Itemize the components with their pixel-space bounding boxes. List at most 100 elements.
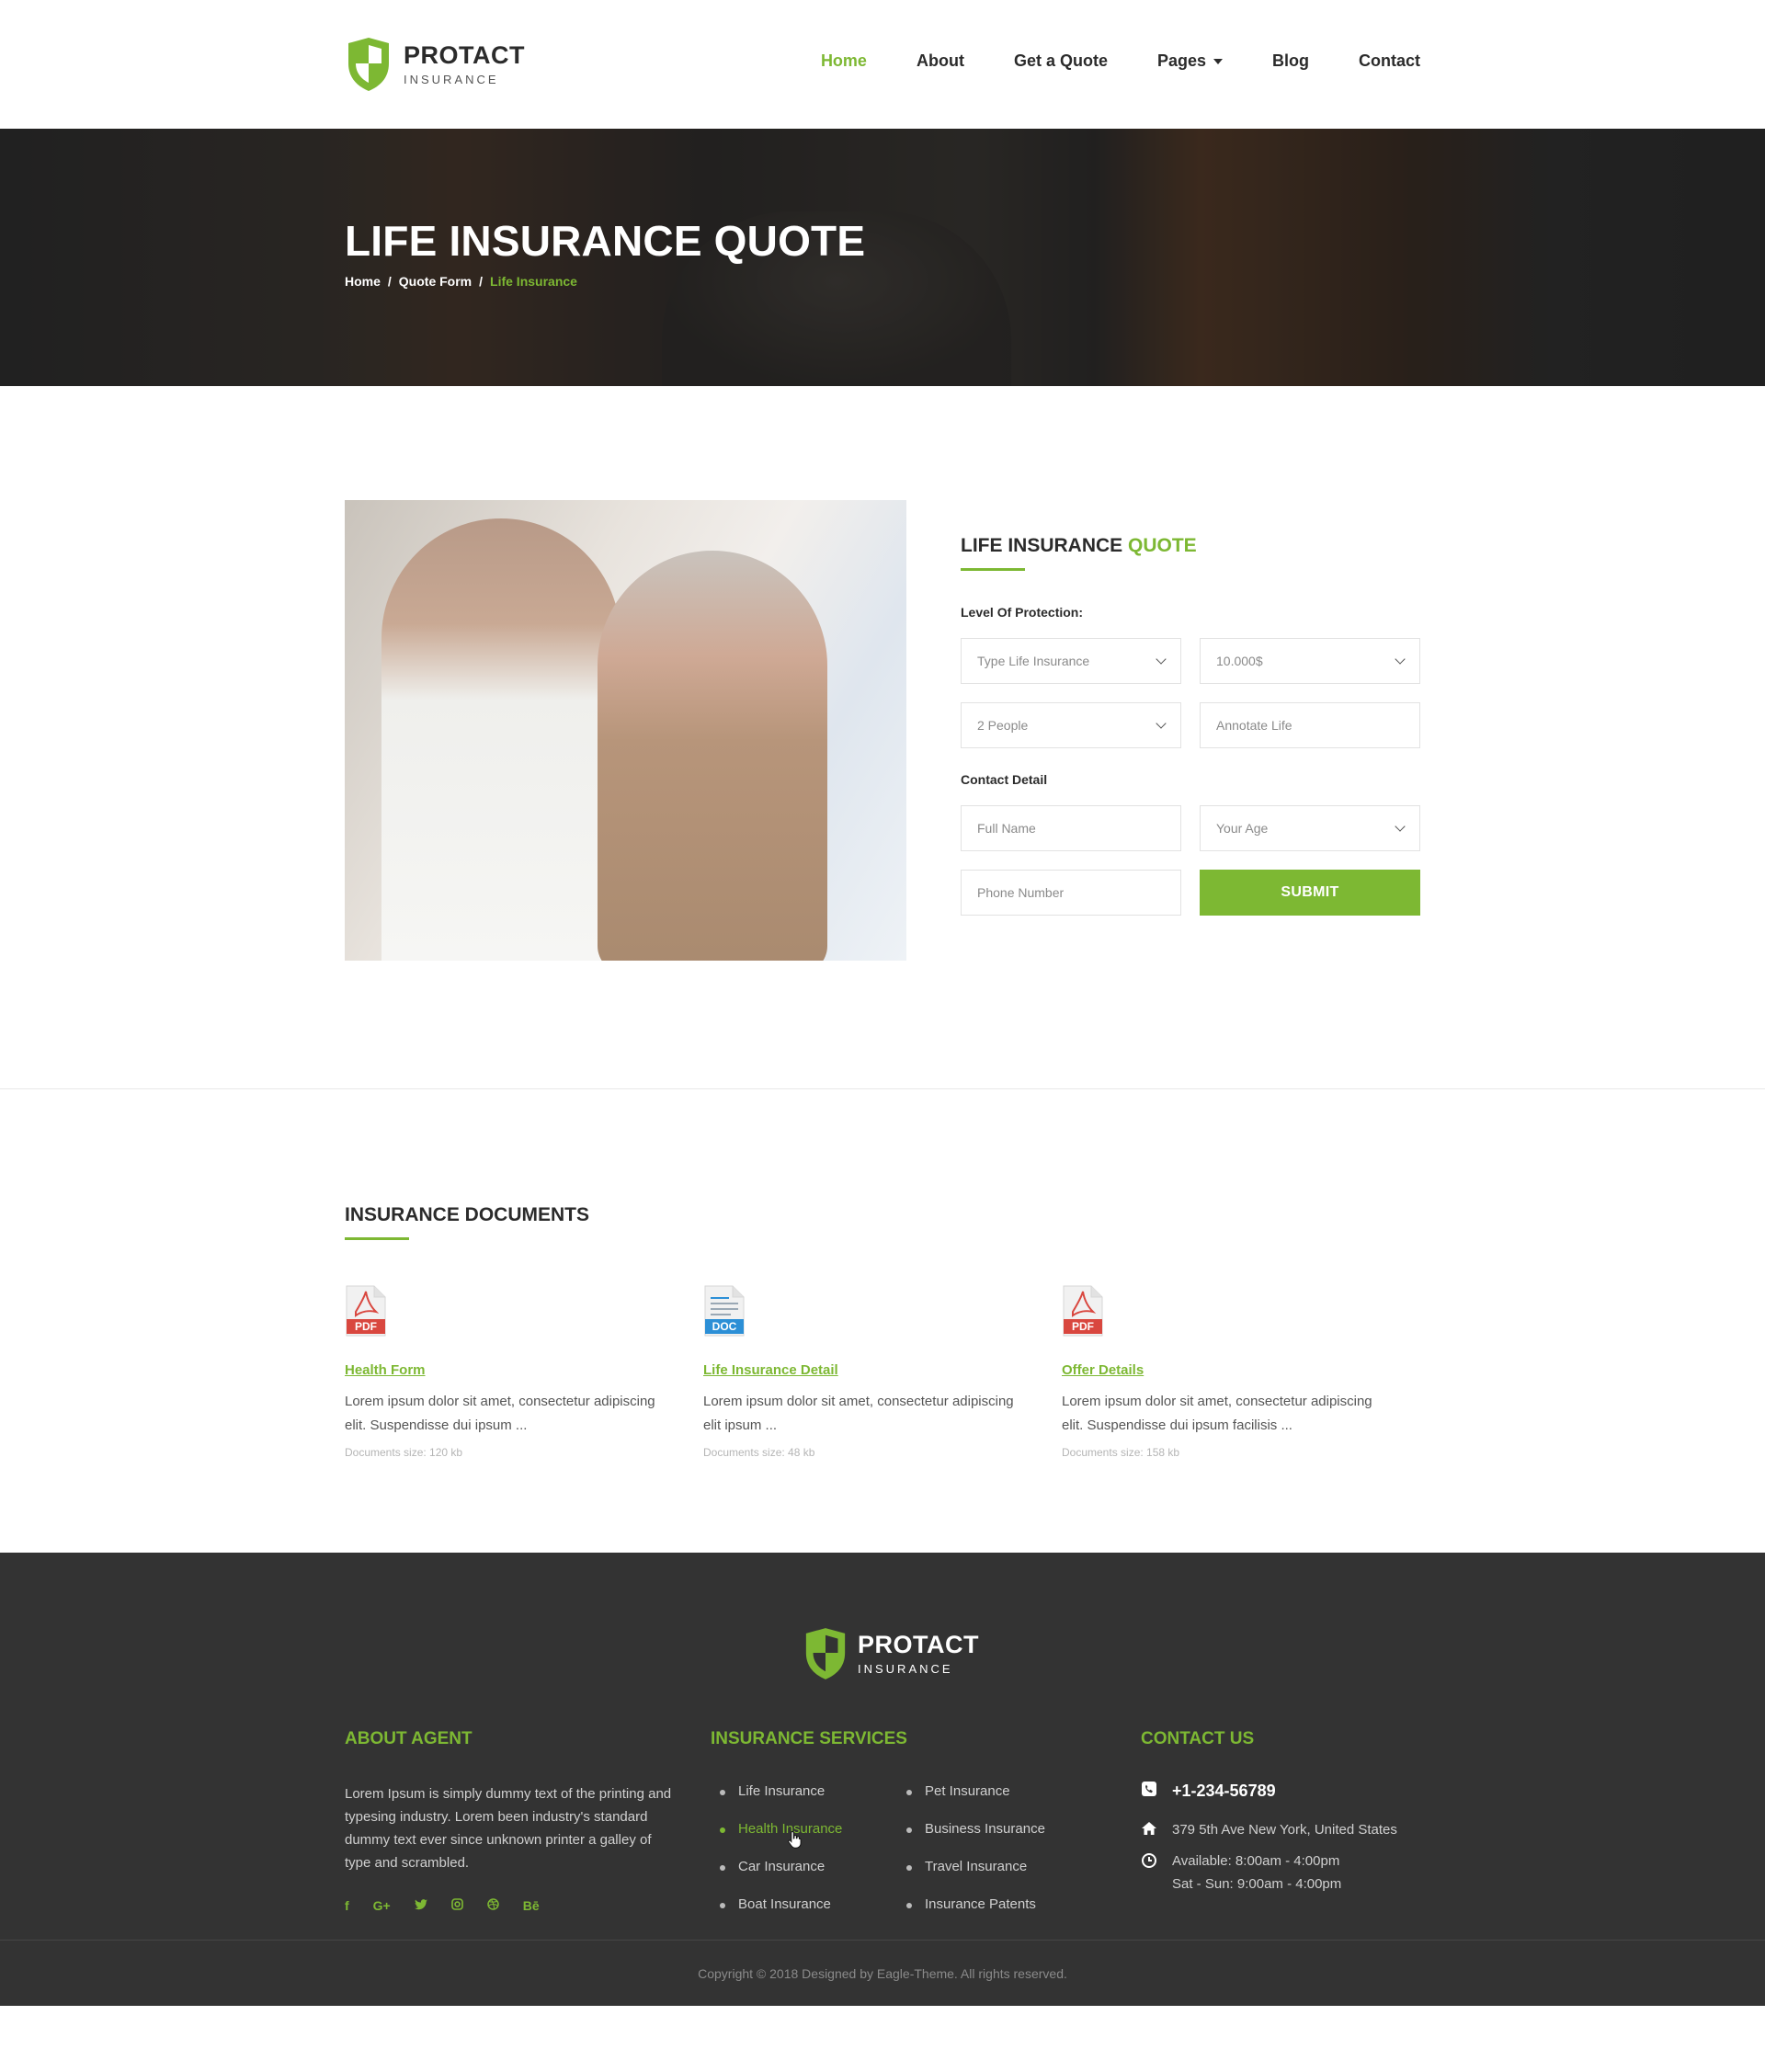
- site-header: PROTACT INSURANCE Home About Get a Quote…: [0, 0, 1765, 129]
- quote-form-heading: LIFE INSURANCE QUOTE: [961, 535, 1420, 557]
- facebook-icon[interactable]: f: [345, 1898, 349, 1913]
- service-link-life[interactable]: Life Insurance: [711, 1783, 842, 1821]
- google-plus-icon[interactable]: G+: [373, 1898, 391, 1913]
- level-of-protection-label: Level Of Protection:: [961, 605, 1084, 620]
- phone-icon: [1141, 1782, 1157, 1801]
- document-card: PDF Offer Details Lorem ipsum dolor sit …: [1062, 1284, 1420, 1459]
- nav-pages[interactable]: Pages: [1157, 51, 1223, 71]
- document-link[interactable]: Life Insurance Detail: [703, 1362, 838, 1378]
- service-link-car[interactable]: Car Insurance: [711, 1859, 842, 1896]
- doc-file-icon[interactable]: DOC: [703, 1284, 746, 1338]
- nav-pages-label: Pages: [1156, 51, 1206, 70]
- insurance-type-select[interactable]: Type Life Insurance: [961, 638, 1181, 684]
- caret-down-icon: [1213, 59, 1223, 64]
- coverage-amount-select[interactable]: 10.000$: [1200, 638, 1420, 684]
- age-value: Your Age: [1216, 821, 1269, 836]
- age-select[interactable]: Your Age: [1200, 805, 1420, 851]
- service-link-boat[interactable]: Boat Insurance: [711, 1896, 842, 1934]
- submit-button[interactable]: SUBMIT: [1200, 870, 1420, 916]
- quote-section: LIFE INSURANCE QUOTE Level Of Protection…: [0, 386, 1765, 1089]
- footer-brand-sub: INSURANCE: [858, 1662, 953, 1676]
- document-link[interactable]: Health Form: [345, 1362, 426, 1378]
- nav-home[interactable]: Home: [821, 51, 867, 71]
- breadcrumb-home[interactable]: Home: [345, 274, 381, 289]
- home-icon: [1141, 1822, 1157, 1838]
- document-size: Documents size: 158 kb: [1062, 1446, 1180, 1459]
- services-list-right: Pet Insurance Business Insurance Travel …: [897, 1783, 1045, 1934]
- behance-icon[interactable]: Bē: [523, 1898, 540, 1913]
- document-description: Lorem ipsum dolor sit amet, consectetur …: [1062, 1394, 1372, 1433]
- heading-part-a: LIFE INSURANCE: [961, 535, 1129, 556]
- nav-get-a-quote[interactable]: Get a Quote: [1014, 51, 1108, 71]
- document-description: Lorem ipsum dolor sit amet, consectetur …: [345, 1394, 655, 1433]
- contact-phone[interactable]: +1-234-56789: [1172, 1782, 1276, 1801]
- chevron-down-icon: [1395, 654, 1406, 665]
- document-card: PDF Health Form Lorem ipsum dolor sit am…: [345, 1284, 703, 1459]
- insurance-type-value: Type Life Insurance: [977, 654, 1090, 668]
- svg-text:PDF: PDF: [355, 1320, 377, 1333]
- contact-hours-weekend: Sat - Sun: 9:00am - 4:00pm: [1172, 1876, 1342, 1892]
- brand-name: PROTACT: [404, 41, 525, 69]
- people-count-value: 2 People: [977, 718, 1029, 733]
- about-agent-title: ABOUT AGENT: [345, 1729, 473, 1748]
- quote-form: LIFE INSURANCE QUOTE Level Of Protection…: [961, 500, 1420, 961]
- nav-about[interactable]: About: [917, 51, 964, 71]
- phone-number-placeholder: Phone Number: [977, 885, 1065, 900]
- photo-man-figure: [381, 518, 621, 961]
- breadcrumb-separator: /: [387, 274, 392, 289]
- service-link-health[interactable]: Health Insurance: [711, 1821, 842, 1859]
- document-size: Documents size: 48 kb: [703, 1446, 815, 1459]
- contact-hours-weekday: Available: 8:00am - 4:00pm: [1172, 1853, 1340, 1869]
- breadcrumb-quote-form[interactable]: Quote Form: [399, 274, 472, 289]
- copyright-text: Copyright © 2018 Designed by Eagle-Theme…: [698, 1965, 1067, 1981]
- dribbble-icon[interactable]: [487, 1898, 499, 1913]
- full-name-input[interactable]: Full Name: [961, 805, 1181, 851]
- document-link[interactable]: Offer Details: [1062, 1362, 1144, 1378]
- heading-underline: [961, 568, 1025, 571]
- contact-detail-label: Contact Detail: [961, 772, 1048, 787]
- annotate-life-input[interactable]: Annotate Life: [1200, 702, 1420, 748]
- footer-logo[interactable]: PROTACT INSURANCE: [803, 1626, 979, 1681]
- chevron-down-icon: [1156, 718, 1167, 729]
- site-footer: PROTACT INSURANCE ABOUT AGENT Lorem Ipsu…: [0, 1553, 1765, 2006]
- twitter-icon[interactable]: [414, 1898, 427, 1913]
- contact-address: 379 5th Ave New York, United States: [1172, 1822, 1397, 1838]
- breadcrumb-separator: /: [479, 274, 484, 289]
- contact-hours-row: Available: 8:00am - 4:00pm Sat - Sun: 9:…: [1141, 1853, 1341, 1892]
- clock-icon: [1141, 1853, 1157, 1892]
- nav-blog[interactable]: Blog: [1272, 51, 1309, 71]
- senior-couple-photo: [345, 500, 906, 961]
- coverage-amount-value: 10.000$: [1216, 654, 1263, 668]
- contact-us-title: CONTACT US: [1141, 1729, 1255, 1748]
- svg-text:PDF: PDF: [1072, 1320, 1094, 1333]
- brand-logo[interactable]: PROTACT INSURANCE: [345, 36, 525, 93]
- service-link-travel[interactable]: Travel Insurance: [897, 1859, 1045, 1896]
- service-link-patents[interactable]: Insurance Patents: [897, 1896, 1045, 1934]
- breadcrumb-current: Life Insurance: [490, 274, 577, 289]
- people-count-select[interactable]: 2 People: [961, 702, 1181, 748]
- page-title: LIFE INSURANCE QUOTE: [345, 217, 866, 265]
- heading-underline: [345, 1237, 409, 1240]
- annotate-life-placeholder: Annotate Life: [1216, 718, 1292, 733]
- social-links: f G+ Bē: [345, 1898, 540, 1913]
- pdf-file-icon[interactable]: PDF: [1062, 1284, 1104, 1338]
- pdf-file-icon[interactable]: PDF: [345, 1284, 387, 1338]
- instagram-icon[interactable]: [450, 1898, 463, 1913]
- full-name-placeholder: Full Name: [977, 821, 1036, 836]
- page-banner: LIFE INSURANCE QUOTE Home / Quote Form /…: [0, 129, 1765, 386]
- hand-cursor-icon: [788, 1830, 802, 1849]
- insurance-services-title: INSURANCE SERVICES: [711, 1729, 907, 1748]
- service-link-business[interactable]: Business Insurance: [897, 1821, 1045, 1859]
- main-nav: Home About Get a Quote Pages Blog Contac…: [821, 51, 1420, 71]
- shield-icon: [348, 38, 389, 91]
- service-link-pet[interactable]: Pet Insurance: [897, 1783, 1045, 1821]
- chevron-down-icon: [1156, 654, 1167, 665]
- contact-phone-row: +1-234-56789: [1141, 1782, 1276, 1801]
- contact-address-row: 379 5th Ave New York, United States: [1141, 1822, 1397, 1838]
- phone-number-input[interactable]: Phone Number: [961, 870, 1181, 916]
- document-size: Documents size: 120 kb: [345, 1446, 463, 1459]
- svg-text:DOC: DOC: [712, 1320, 737, 1333]
- nav-contact[interactable]: Contact: [1359, 51, 1420, 71]
- document-card: DOC Life Insurance Detail Lorem ipsum do…: [703, 1284, 1062, 1459]
- photo-woman-figure: [598, 551, 827, 961]
